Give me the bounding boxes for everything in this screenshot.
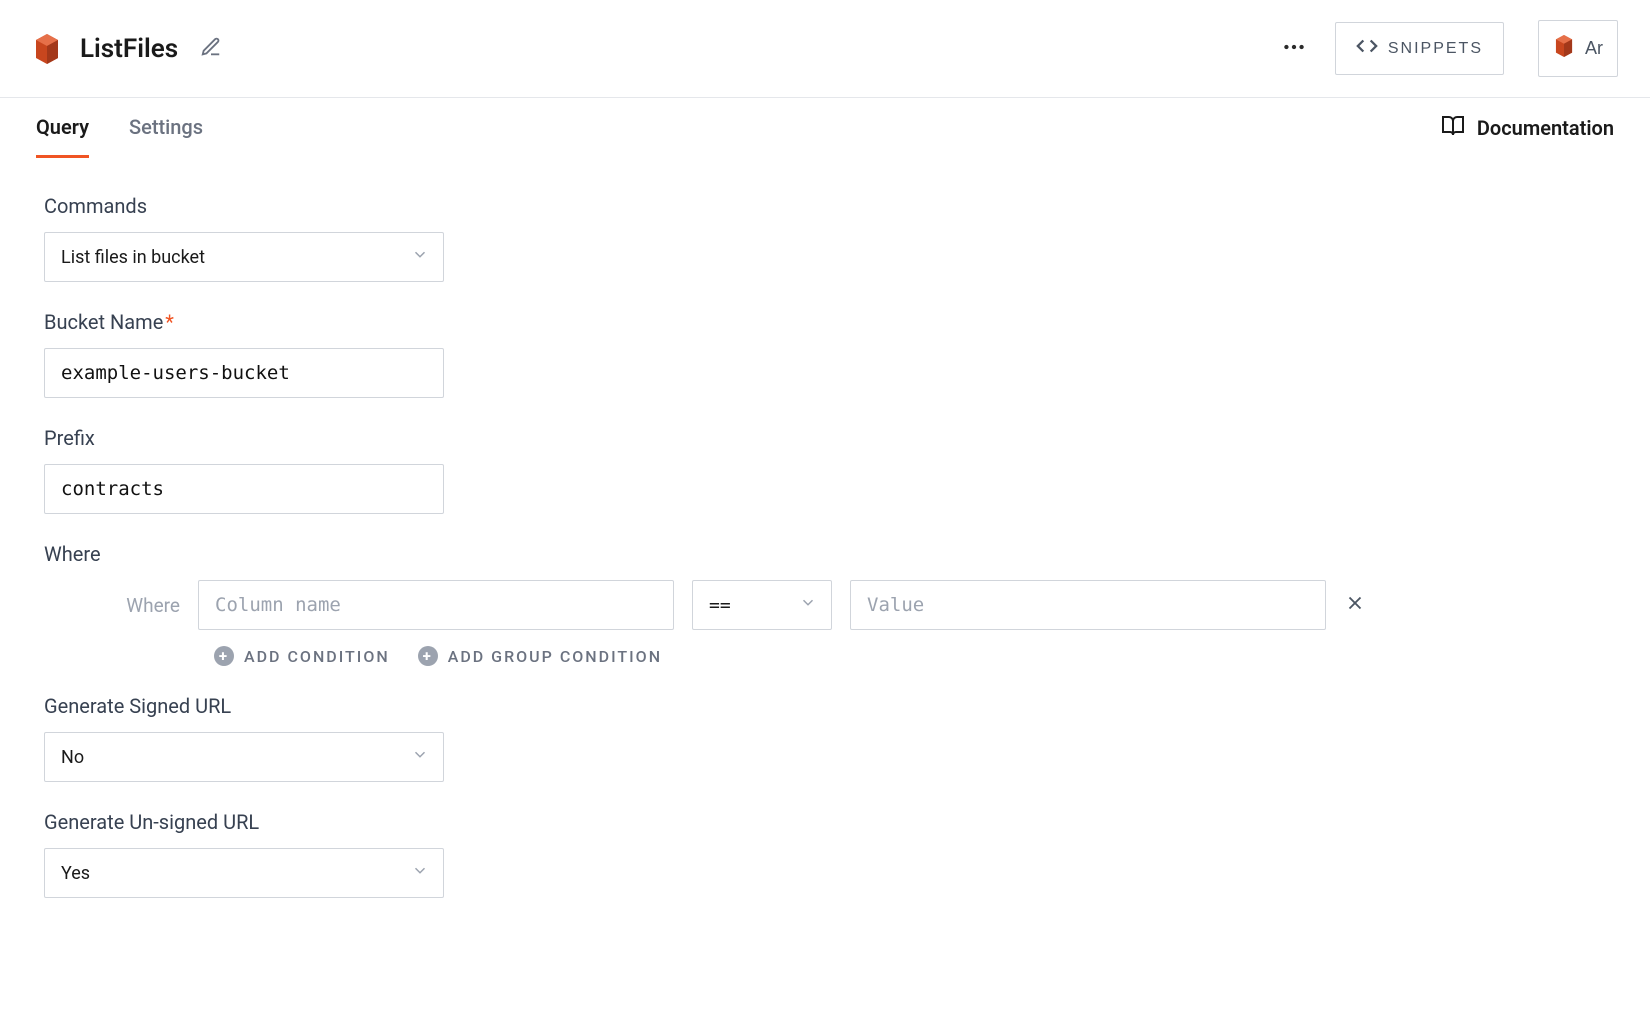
bucket-name-input[interactable]: example-users-bucket <box>44 348 444 398</box>
documentation-link[interactable]: Documentation <box>1441 114 1614 143</box>
field-signed-url: Generate Signed URL No <box>44 694 1606 782</box>
code-icon <box>1356 35 1378 62</box>
prefix-label: Prefix <box>44 426 1606 450</box>
where-value-input[interactable]: Value <box>850 580 1326 630</box>
truncated-right-label: Ar <box>1585 38 1603 59</box>
commands-select[interactable]: List files in bucket <box>44 232 444 282</box>
add-condition-label: ADD CONDITION <box>244 647 390 666</box>
book-icon <box>1441 114 1465 143</box>
chevron-down-icon <box>799 594 817 617</box>
where-value-placeholder: Value <box>867 594 924 616</box>
where-operator-value: == <box>709 595 731 616</box>
where-section-label: Where <box>44 542 1606 566</box>
where-condition-row: Where Column name == Value <box>100 580 1606 630</box>
truncated-right-button[interactable]: Ar <box>1538 20 1618 77</box>
query-form: Commands List files in bucket Bucket Nam… <box>0 158 1650 962</box>
remove-condition-icon[interactable] <box>1344 592 1366 618</box>
field-commands: Commands List files in bucket <box>44 194 1606 282</box>
documentation-label: Documentation <box>1477 116 1614 140</box>
chevron-down-icon <box>411 246 429 269</box>
signed-url-label: Generate Signed URL <box>44 694 1606 718</box>
field-prefix: Prefix contracts <box>44 426 1606 514</box>
condition-buttons-row: + ADD CONDITION + ADD GROUP CONDITION <box>214 646 1606 666</box>
where-column-placeholder: Column name <box>215 594 341 616</box>
tab-query[interactable]: Query <box>36 99 89 158</box>
signed-url-value: No <box>61 747 84 768</box>
where-operator-select[interactable]: == <box>692 580 832 630</box>
add-group-condition-button[interactable]: + ADD GROUP CONDITION <box>418 646 662 666</box>
field-where: Where Where Column name == Value + ADD <box>44 542 1606 666</box>
prefix-input[interactable]: contracts <box>44 464 444 514</box>
commands-value: List files in bucket <box>61 247 205 268</box>
more-options-icon[interactable] <box>1271 34 1317 64</box>
bucket-name-value: example-users-bucket <box>61 362 290 384</box>
add-condition-button[interactable]: + ADD CONDITION <box>214 646 390 666</box>
tab-settings[interactable]: Settings <box>129 99 203 158</box>
where-row-label: Where <box>100 594 180 617</box>
bucket-name-label: Bucket Name* <box>44 310 1606 334</box>
chevron-down-icon <box>411 746 429 769</box>
field-unsigned-url: Generate Un-signed URL Yes <box>44 810 1606 898</box>
add-group-condition-label: ADD GROUP CONDITION <box>448 647 662 666</box>
edit-title-icon[interactable] <box>200 36 222 62</box>
unsigned-url-select[interactable]: Yes <box>44 848 444 898</box>
s3-bucket-icon <box>32 32 62 66</box>
tab-bar: Query Settings Documentation <box>0 98 1650 158</box>
where-column-input[interactable]: Column name <box>198 580 674 630</box>
unsigned-url-label: Generate Un-signed URL <box>44 810 1606 834</box>
snippets-button-label: SNIPPETS <box>1388 40 1483 58</box>
signed-url-select[interactable]: No <box>44 732 444 782</box>
s3-bucket-icon-small <box>1553 33 1575 64</box>
chevron-down-icon <box>411 862 429 885</box>
page-title: ListFiles <box>80 34 178 64</box>
required-star: * <box>165 310 174 334</box>
header-bar: ListFiles SNIPPETS Ar <box>0 0 1650 97</box>
snippets-button[interactable]: SNIPPETS <box>1335 22 1504 75</box>
commands-label: Commands <box>44 194 1606 218</box>
field-bucket-name: Bucket Name* example-users-bucket <box>44 310 1606 398</box>
unsigned-url-value: Yes <box>61 863 90 884</box>
prefix-value: contracts <box>61 478 164 500</box>
plus-circle-icon: + <box>418 646 438 666</box>
plus-circle-icon: + <box>214 646 234 666</box>
